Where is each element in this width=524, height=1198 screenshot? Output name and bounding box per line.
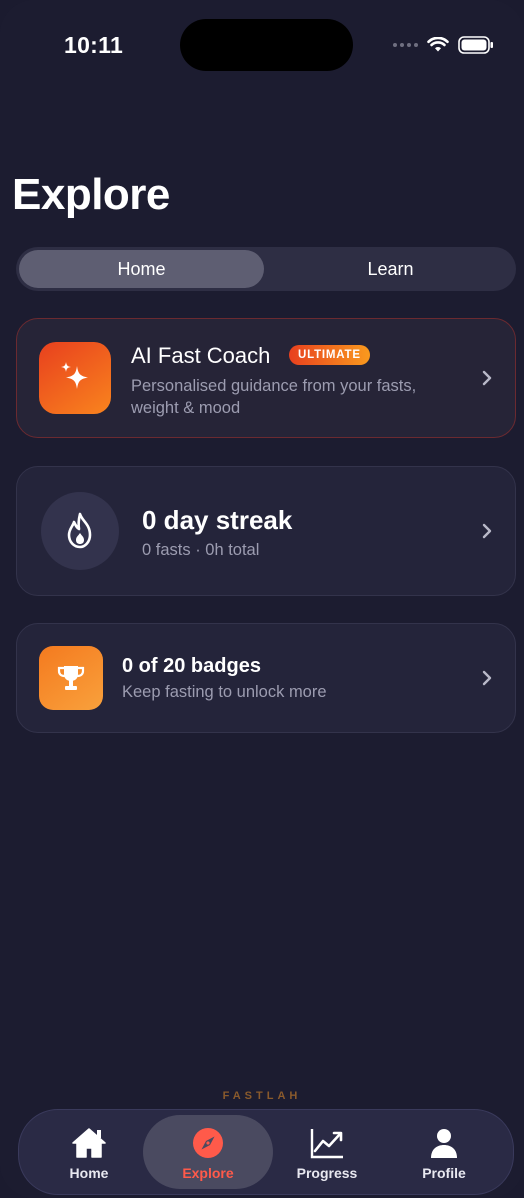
tab-profile[interactable]: Profile xyxy=(379,1115,509,1189)
dynamic-island xyxy=(180,19,353,71)
streak-card[interactable]: 0 day streak 0 fasts · 0h total xyxy=(16,466,516,596)
screen: 10:11 Explore Home Learn AI Fast Coach U… xyxy=(0,0,524,1198)
tab-label: Explore xyxy=(182,1165,234,1181)
tab-label: Profile xyxy=(422,1165,466,1181)
badges-subtitle: Keep fasting to unlock more xyxy=(122,683,327,701)
streak-subtitle: 0 fasts · 0h total xyxy=(142,541,260,559)
badges-card[interactable]: 0 of 20 badges Keep fasting to unlock mo… xyxy=(16,623,516,733)
tab-explore[interactable]: Explore xyxy=(143,1115,273,1189)
brand-label: FASTLAH xyxy=(222,1090,302,1102)
segmented-control: Home Learn xyxy=(16,247,516,291)
chevron-right-icon xyxy=(482,670,492,686)
chevron-right-icon xyxy=(482,523,492,539)
cellular-signal-icon xyxy=(393,43,418,47)
badges-title: 0 of 20 badges xyxy=(122,655,261,677)
chevron-right-icon xyxy=(482,370,492,386)
flame-icon xyxy=(41,492,119,570)
tab-progress[interactable]: Progress xyxy=(262,1115,392,1189)
coach-subtitle: Personalised guidance from your fasts, w… xyxy=(131,377,417,417)
ai-coach-card[interactable]: AI Fast Coach ULTIMATE Personalised guid… xyxy=(16,318,516,438)
tab-home[interactable]: Home xyxy=(24,1115,154,1189)
person-icon xyxy=(431,1129,457,1158)
tab-bar: Home Explore Progress Profile xyxy=(18,1109,514,1195)
segment-learn[interactable]: Learn xyxy=(268,250,513,288)
tab-label: Home xyxy=(69,1165,109,1181)
ultimate-badge: ULTIMATE xyxy=(289,345,370,365)
sparkles-icon xyxy=(39,342,111,414)
trophy-icon xyxy=(39,646,103,710)
compass-icon xyxy=(193,1128,223,1158)
status-time: 10:11 xyxy=(64,32,124,58)
streak-title: 0 day streak xyxy=(142,505,293,535)
battery-icon xyxy=(458,36,493,54)
coach-title: AI Fast Coach xyxy=(131,343,271,368)
page-title: Explore xyxy=(12,170,170,219)
status-icons xyxy=(393,36,494,54)
tab-label: Progress xyxy=(296,1165,358,1181)
house-icon xyxy=(72,1128,106,1158)
wifi-icon xyxy=(427,37,449,52)
chart-icon xyxy=(310,1129,343,1159)
segment-home[interactable]: Home xyxy=(19,250,264,288)
